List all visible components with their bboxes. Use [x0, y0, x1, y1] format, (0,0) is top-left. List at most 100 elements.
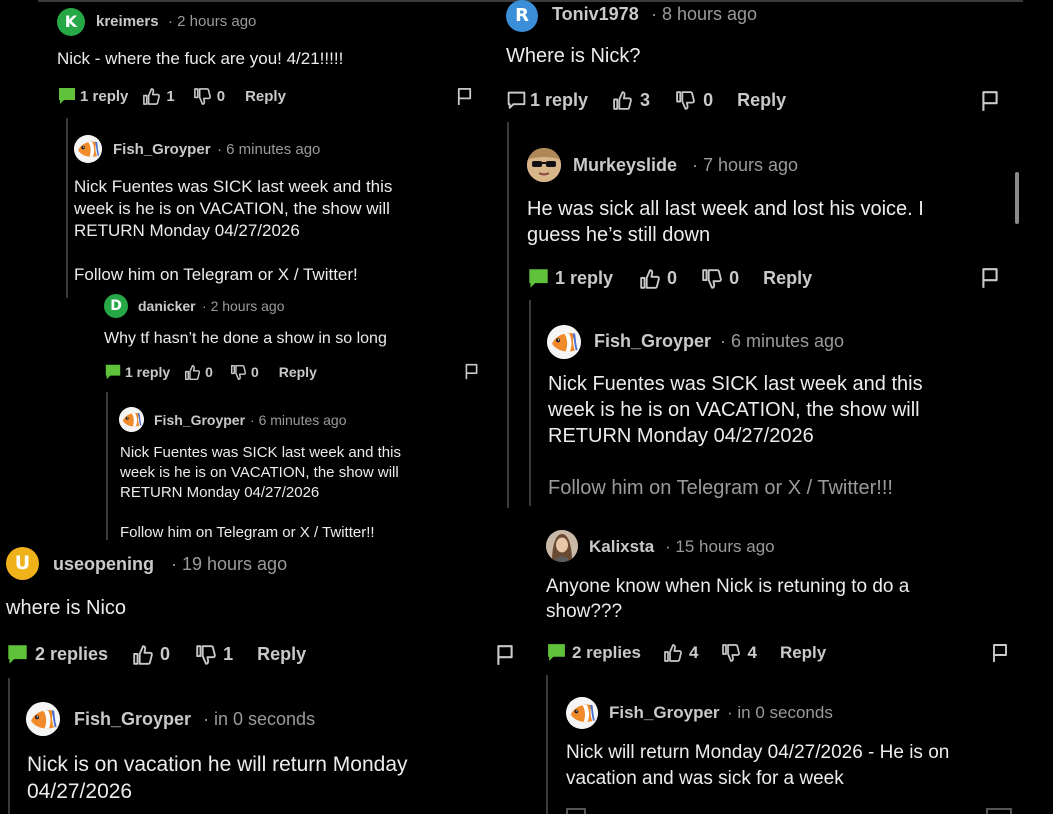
like-count: 0 — [160, 644, 171, 664]
thumbs-down-icon — [230, 364, 247, 381]
reply-button[interactable]: Reply — [737, 90, 786, 111]
reply-button[interactable]: Reply — [763, 268, 812, 289]
flag-icon[interactable] — [455, 87, 474, 106]
comment-text: Anyone know when Nick is retuning to do … — [546, 574, 909, 624]
username[interactable]: Fish_Groyper — [113, 141, 211, 158]
dislike-count: 0 — [703, 90, 714, 110]
thumbs-up-icon — [142, 87, 161, 106]
replies-count: 2 replies — [35, 644, 109, 664]
username[interactable]: Kalixsta — [589, 537, 654, 557]
comment-actions-cutoff — [566, 806, 1016, 814]
avatar: U — [6, 547, 39, 580]
username[interactable]: Murkeyslide — [573, 155, 677, 176]
flag-icon[interactable] — [979, 90, 1001, 112]
dislike-button[interactable]: 0 — [193, 87, 225, 106]
like-count: 1 — [166, 87, 175, 105]
text-line: Nick Fuentes was SICK last week and this — [74, 177, 393, 196]
thread-line — [529, 300, 531, 506]
like-button[interactable]: 3 — [612, 90, 650, 111]
text-line: Follow him on Telegram or X / Twitter! — [74, 265, 358, 284]
replies-count: 2 replies — [572, 642, 641, 662]
username[interactable]: Fish_Groyper — [594, 331, 711, 352]
comment-text: Nick - where the fuck are you! 4/21!!!!! — [57, 49, 344, 68]
text-line: Nick Fuentes was SICK last week and this — [120, 444, 401, 461]
avatar — [119, 407, 144, 432]
dislike-button[interactable]: 4 — [721, 642, 757, 663]
reply-button[interactable]: Reply — [257, 644, 306, 665]
chat-bubble-icon — [104, 363, 122, 381]
chat-bubble-icon — [506, 90, 527, 111]
like-button[interactable]: 0 — [639, 268, 677, 290]
username[interactable]: kreimers — [96, 13, 159, 30]
thumbs-down-icon — [195, 644, 217, 666]
username[interactable]: Fish_Groyper — [74, 709, 191, 730]
thread-line — [546, 675, 548, 814]
text-line: guess he’s still down — [527, 224, 711, 246]
flag-icon[interactable] — [463, 363, 480, 380]
replies-button[interactable]: 1 reply — [506, 90, 588, 111]
chat-bubble-icon — [6, 643, 29, 666]
dislike-count: 1 — [223, 644, 234, 664]
like-button[interactable]: 0 — [132, 644, 170, 666]
reply-button[interactable]: Reply — [780, 643, 826, 663]
thumbs-up-icon — [663, 643, 683, 663]
thread-line — [106, 392, 108, 540]
flag-icon[interactable] — [494, 644, 516, 666]
thumbs-down-icon — [701, 268, 723, 290]
like-button[interactable]: 0 — [184, 364, 213, 381]
chat-bubble-icon — [57, 86, 77, 106]
flag-icon[interactable] — [979, 267, 1001, 289]
dislike-button[interactable]: 0 — [701, 268, 739, 290]
thread-line — [66, 118, 68, 298]
comment-actions: 1 reply 3 0 Reply — [506, 90, 786, 111]
replies-button[interactable]: 1 reply — [527, 267, 613, 290]
timestamp: · 6 minutes ago — [250, 412, 347, 428]
comment-text: Nick Fuentes was SICK last week and this… — [548, 371, 923, 501]
text-line: RETURN Monday 04/27/2026 — [74, 221, 300, 240]
timestamp: · 8 hours ago — [651, 4, 758, 24]
replies-button[interactable]: 2 replies — [6, 643, 108, 666]
reply-button[interactable]: Reply — [279, 364, 317, 380]
like-count: 3 — [640, 90, 651, 110]
comment-text: Why tf hasn’t he done a show in so long — [104, 330, 387, 347]
avatar — [527, 148, 561, 182]
dislike-button[interactable]: 1 — [195, 644, 233, 666]
username[interactable]: danicker — [138, 298, 196, 314]
replies-button[interactable]: 2 replies — [546, 642, 641, 663]
dislike-button[interactable]: 0 — [675, 90, 713, 111]
scrollbar[interactable] — [1015, 172, 1019, 224]
username[interactable]: Fish_Groyper — [154, 412, 245, 428]
avatar: R — [506, 0, 538, 32]
timestamp: · 19 hours ago — [171, 554, 288, 574]
username[interactable]: Toniv1978 — [552, 4, 639, 25]
avatar — [26, 702, 60, 736]
timestamp: · 2 hours ago — [202, 298, 285, 314]
replies-count: 1 reply — [555, 268, 614, 288]
thumbs-down-icon — [193, 87, 212, 106]
thumbs-up-icon — [639, 268, 661, 290]
comment-actions: 2 replies 4 4 Reply — [546, 642, 826, 663]
reply-button[interactable]: Reply — [245, 88, 286, 105]
username[interactable]: useopening — [53, 554, 154, 575]
chat-bubble-icon — [546, 642, 567, 663]
dislike-count: 0 — [729, 268, 740, 288]
like-button[interactable]: 4 — [663, 643, 698, 663]
thumbs-down-icon — [721, 643, 741, 663]
timestamp: · 7 hours ago — [692, 155, 799, 175]
dislike-button[interactable]: 0 — [230, 364, 259, 381]
dislike-count: 4 — [747, 642, 757, 662]
comment-actions: 2 replies 0 1 Reply — [6, 643, 306, 666]
like-button[interactable]: 1 — [142, 87, 175, 106]
like-count: 0 — [205, 364, 213, 380]
text-line: Nick Fuentes was SICK last week and this — [548, 373, 923, 395]
username[interactable]: Fish_Groyper — [609, 703, 720, 723]
thumbs-up-icon — [184, 364, 201, 381]
flag-icon[interactable] — [990, 643, 1010, 663]
text-line: week is he is on VACATION, the show will — [120, 464, 399, 481]
comment-text: Nick is on vacation he will return Monda… — [27, 751, 408, 805]
text-line: 04/27/2026 — [27, 780, 133, 803]
replies-button[interactable]: 1 reply — [57, 86, 128, 106]
replies-button[interactable]: 1 reply — [104, 363, 170, 381]
comment-actions: 1 reply 0 0 Reply — [104, 363, 317, 381]
comment-text: where is Nico — [6, 597, 127, 619]
